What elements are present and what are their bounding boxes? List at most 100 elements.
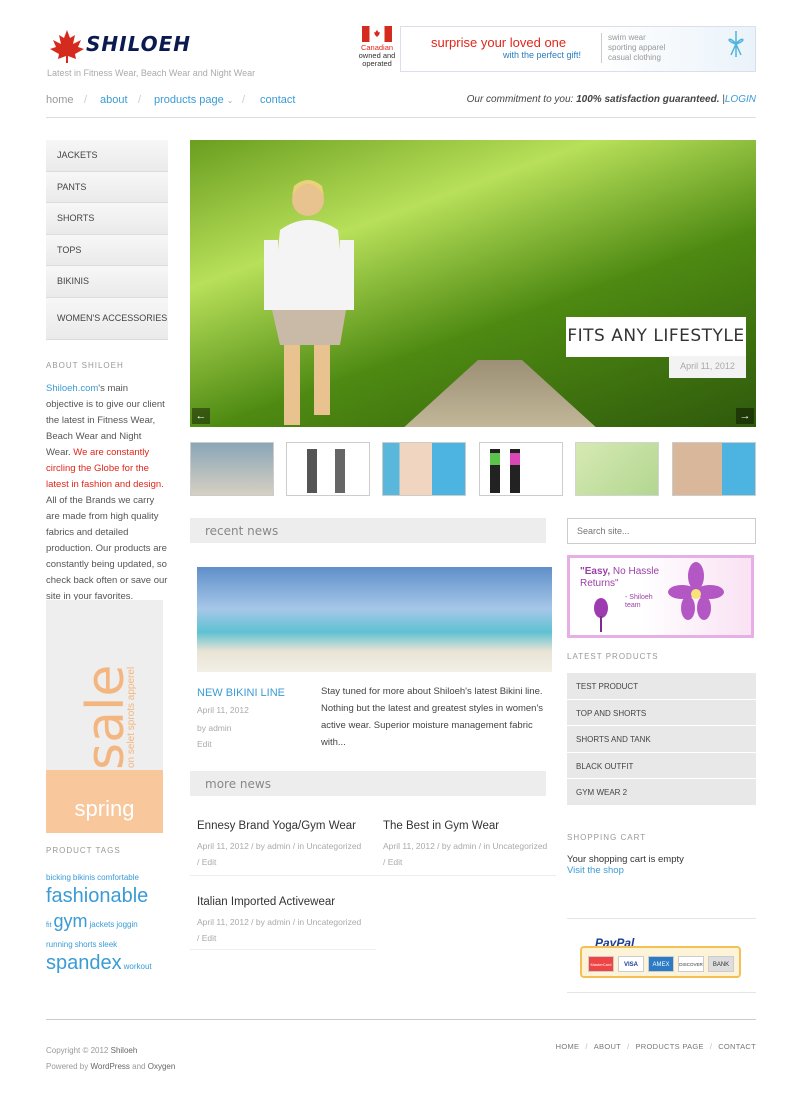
slide-thumbnail[interactable] [575,442,659,496]
more-news-heading: more news [190,771,546,796]
latest-product-item[interactable]: TOP AND SHORTS [567,699,756,726]
footer-copyright: Copyright © 2012 Shiloeh Powered by Word… [46,1043,175,1075]
footer-divider [46,1019,756,1020]
category-menu: JACKETS PANTS SHORTS TOPS BIKINIS WOMEN'… [46,140,168,340]
forest-path [390,360,610,427]
bank-icon: BANK [708,956,734,972]
footer-nav-products[interactable]: PRODUCTS PAGE [635,1042,703,1051]
banner-categories: swim wear sporting apparel casual clothi… [601,33,665,63]
visit-shop-link[interactable]: Visit the shop [567,865,624,876]
slide-thumbnail[interactable] [190,442,274,496]
spring-label: spring [46,770,163,833]
menu-item-womens-accessories[interactable]: WOMEN'S ACCESSORIES [46,297,168,340]
oxygen-link[interactable]: Oxygen [148,1062,176,1071]
flower-icon [668,562,724,620]
tag-link[interactable]: spandex [46,952,122,974]
wordpress-link[interactable]: WordPress [90,1062,129,1071]
logo-text[interactable]: SHILOEH [86,32,191,56]
paypal-badge: PayPal MasterCard VISA AMEX DISCOVER BAN… [567,918,756,993]
payment-cards: MasterCard VISA AMEX DISCOVER BANK [580,946,741,978]
tag-cloud: bicking bikinis comfortable fashionable fi… [46,870,168,978]
menu-item-jackets[interactable]: JACKETS [46,140,168,172]
nav-products-page[interactable]: products page ⌄ [154,94,233,106]
about-site-link[interactable]: Shiloeh.com [46,383,98,394]
tag-link[interactable]: gym [53,911,87,931]
banner-headline: surprise your loved one [431,35,567,50]
nav-about[interactable]: about [100,94,128,106]
news-edit-link[interactable]: / Edit [383,854,556,870]
tagline: Latest in Fitness Wear, Beach Wear and N… [47,68,256,78]
mastercard-icon: MasterCard [588,956,614,972]
hero-slider[interactable]: FITS ANY LIFESTYLE April 11, 2012 ← → [190,140,756,427]
tag-link[interactable]: shorts [75,940,97,949]
tag-link[interactable]: fashionable [46,885,148,907]
copyright-link[interactable]: Shiloeh [111,1046,138,1055]
tag-link[interactable]: running [46,940,73,949]
tag-link[interactable]: sleek [98,940,117,949]
easy-returns-ad[interactable]: "Easy, No Hassle Returns" - Shiloeh team [567,555,754,638]
and-text: and [132,1062,146,1071]
post-excerpt: Stay tuned for more about Shiloeh's late… [321,686,544,748]
news-title-link[interactable]: Ennesy Brand Yoga/Gym Wear [197,820,376,832]
easy-sign-line: - Shiloeh [625,594,653,601]
tag-link[interactable]: fit [46,922,51,929]
gift-banner[interactable]: surprise your loved one with the perfect… [400,26,756,72]
news-edit-link[interactable]: / Edit [197,854,376,870]
nav-home[interactable]: home [46,94,74,106]
cart-empty-text: Your shopping cart is empty [567,854,684,865]
slide-thumbnail[interactable] [286,442,370,496]
chevron-down-icon: ⌄ [226,96,234,105]
maple-leaf-icon [50,30,84,63]
menu-item-pants[interactable]: PANTS [46,171,168,203]
latest-product-item[interactable]: BLACK OUTFIT [567,752,756,779]
arrow-left-icon[interactable]: ← [192,408,210,424]
footer-nav-home[interactable]: HOME [556,1042,580,1051]
tag-link[interactable]: comfortable [97,873,139,882]
gift-bow-icon [728,31,744,57]
sale-ad[interactable]: sale on selet sprots apperel spring [46,600,163,833]
footer-nav-about[interactable]: ABOUT [594,1042,621,1051]
thumbnail-image [490,449,520,493]
menu-item-bikinis[interactable]: BIKINIS [46,266,168,298]
tag-link[interactable]: bikinis [73,873,95,882]
footer-nav-contact[interactable]: CONTACT [718,1042,756,1051]
about-text: Shiloeh.com's main objective is to give … [46,381,168,605]
news-meta: April 11, 2012 / by admin / in Uncategor… [197,917,362,927]
news-title-link[interactable]: The Best in Gym Wear [383,820,556,832]
post-edit-link[interactable]: Edit [197,736,249,752]
slide-thumbnail[interactable] [672,442,756,496]
latest-product-item[interactable]: GYM WEAR 2 [567,779,756,806]
news-meta: April 11, 2012 / by admin / in Uncategor… [197,841,362,851]
post-title-link[interactable]: NEW BIKINI LINE [197,687,285,699]
tag-link[interactable]: jackets [89,920,114,929]
tag-link[interactable]: workout [124,962,152,971]
latest-product-item[interactable]: TEST PRODUCT [567,673,756,700]
easy-bold: "Easy, [580,566,611,577]
search-input[interactable] [567,518,756,544]
easy-returns-text: "Easy, No Hassle Returns" [580,566,659,590]
bikini-post-image[interactable] [197,567,552,672]
login-link[interactable]: LOGIN [725,94,756,105]
menu-item-shorts[interactable]: SHORTS [46,203,168,235]
post-date: April 11, 2012 [197,705,249,715]
commitment-text: Our commitment to you: 100% satisfaction… [467,94,756,105]
tag-link[interactable]: joggin [116,920,137,929]
latest-product-item[interactable]: SHORTS AND TANK [567,726,756,753]
footer-separator: / [709,1042,713,1051]
powered-text: Powered by [46,1062,89,1071]
news-title-link[interactable]: Italian Imported Activewear [197,896,376,908]
menu-item-tops[interactable]: TOPS [46,234,168,266]
news-meta: April 11, 2012 / by admin / in Uncategor… [383,841,548,851]
footer-separator: / [585,1042,588,1051]
tag-link[interactable]: bicking [46,873,71,882]
slide-thumbnail[interactable] [479,442,563,496]
arrow-right-icon[interactable]: → [736,408,754,424]
thumbnail-image [307,449,345,493]
post-author: by admin [197,723,232,733]
copyright-text: Copyright © 2012 [46,1046,109,1055]
nav-contact[interactable]: contact [260,94,295,106]
news-item: The Best in Gym Wear April 11, 2012 / by… [376,820,556,876]
slide-thumbnail[interactable] [382,442,466,496]
slide-date: April 11, 2012 [669,356,746,378]
news-edit-link[interactable]: / Edit [197,930,376,946]
